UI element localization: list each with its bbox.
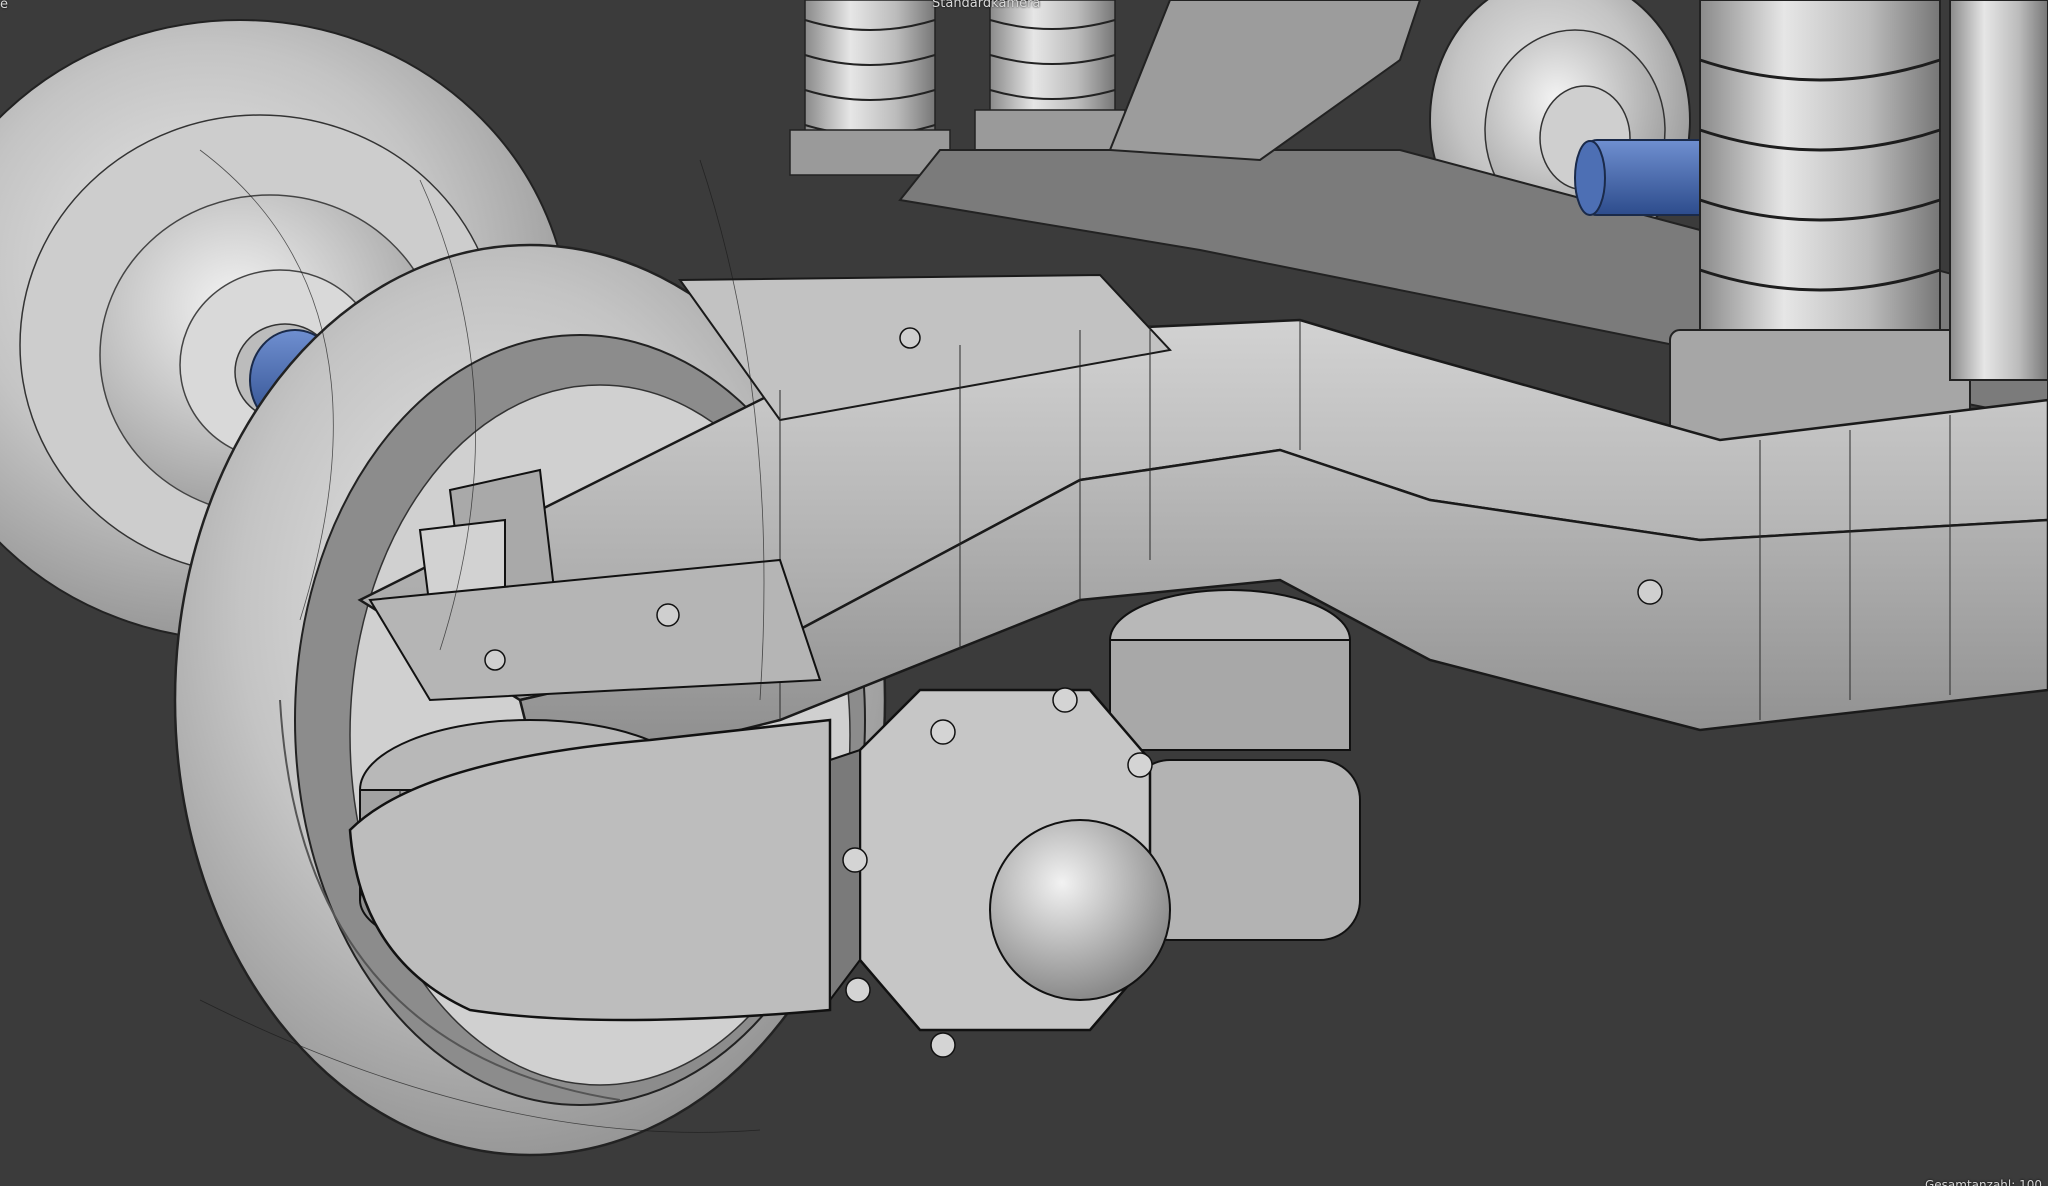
axle-end-cap <box>989 819 1171 1001</box>
3d-viewport[interactable]: e Standardkamera Gesamtanzahl: 100 <box>0 0 2048 1186</box>
scene-render[interactable] <box>0 0 2048 1186</box>
status-readout: Gesamtanzahl: 100 <box>1925 1178 2042 1186</box>
camera-label[interactable]: Standardkamera <box>932 0 1040 11</box>
viewport-label[interactable]: e <box>0 0 8 12</box>
coil-spring-right <box>1669 0 2048 441</box>
